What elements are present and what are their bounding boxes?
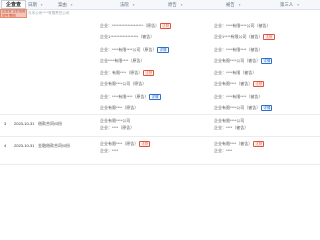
plaintiff-line[interactable]: 企业有限****（原告） 法院 [100,141,196,148]
plaintiff-line[interactable]: 企业有限****（原告） [100,105,196,110]
defendant-line[interactable]: 企业：****有限****（被告） [214,47,318,52]
plaintiff-line[interactable]: 企业：****有限****公司（原告） 详情 [100,47,196,54]
column-header-plaintiff[interactable]: 原告 ▾ [168,1,183,9]
row-date: 2023-10-31 [14,143,35,148]
table-row: 4 2023-10-31 金融借款合同纠纷 企业有限****（原告） 法院 企业：… [0,137,320,165]
defendant-line[interactable]: 企业：****有限****公司（被告） [214,23,318,28]
table-header: 企查查 日期 ▾ 案由 ▾ 法院 ▾ 原告 ▾ 被告 ▾ 第三人 ▾ [0,0,320,10]
row-cause: 金融借款合同纠纷 [38,143,70,148]
app-logo: 企查查 [1,0,26,9]
defendant-line[interactable]: 企业有限****（被告） 法院 [214,141,318,148]
plaintiff-line[interactable]: 企业：**** [100,148,196,153]
search-query[interactable]: 与本公司****有限责任公司 [28,10,138,16]
row-date: 2023-10-31 [14,121,35,126]
plaintiff-line[interactable]: 企业：有限****（原告） 法院 [100,70,196,77]
watermark-banner: 企查查 企业信用 查询 截图 [0,9,27,18]
column-header-cause[interactable]: 案由 ▾ [58,1,73,9]
plaintiff-line[interactable]: 企业有限****公司 [100,118,196,123]
column-header-date[interactable]: 日期 ▾ [28,1,43,9]
row-index: 3 [4,121,7,126]
plaintiff-line[interactable]: 企业1******************（被告） [100,34,196,39]
defendant-line[interactable]: 企业有限****公司（被告） 详情 [214,58,318,65]
plaintiff-line[interactable]: 企业：********************（原告） 法院 [100,23,196,30]
table-row: 3 2023-10-31 借款合同纠纷 企业有限****公司 企业：****（原… [0,115,320,137]
plaintiff-line[interactable]: 企业：****有限****（原告） 详情 [100,94,196,101]
defendant-line[interactable]: 企业：****有限****（被告） [214,94,318,99]
row-cause: 借款合同纠纷 [38,121,62,126]
plaintiff-line[interactable]: 企业****有限****（原告） [100,58,196,63]
defendant-line[interactable]: 企业有限****（被告） 法院 [214,81,318,88]
column-header-court[interactable]: 法院 ▾ [120,1,135,9]
defendant-line[interactable]: 企业：****（被告） [214,125,318,130]
defendant-line[interactable]: 企业：**** [214,148,318,153]
defendant-line[interactable]: 企业有限****公司（被告） 详情 [214,105,318,112]
row-index: 4 [4,143,7,148]
defendant-line[interactable]: 企业1****有限公司（被告） 法院 [214,34,318,41]
plaintiff-line[interactable]: 企业：****（原告） [100,125,196,130]
table-row: 企业：********************（原告） 法院 企业1*******… [0,19,320,115]
case-list-page: 企查查 日期 ▾ 案由 ▾ 法院 ▾ 原告 ▾ 被告 ▾ 第三人 ▾ 企查查 企业信用 查询… [0,0,320,240]
plaintiff-line[interactable]: 企业有限****公司（原告） [100,81,196,86]
defendant-line[interactable]: 企业有限****公司 [214,118,318,123]
column-header-third-party[interactable]: 第三人 ▾ [280,1,299,9]
column-header-defendant[interactable]: 被告 ▾ [226,1,241,9]
defendant-line[interactable]: 企业：****有限（被告） [214,70,318,75]
